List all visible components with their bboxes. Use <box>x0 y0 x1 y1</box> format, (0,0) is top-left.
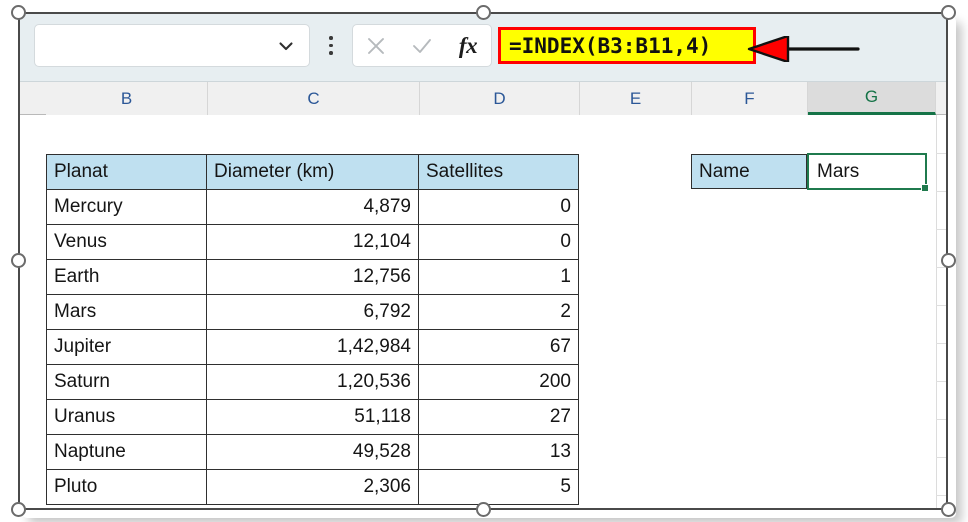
table-row[interactable]: Uranus 51,118 27 <box>46 399 579 435</box>
cell-diameter[interactable]: 51,118 <box>206 399 419 435</box>
cell-satellites[interactable]: 0 <box>418 224 579 260</box>
column-header-label: C <box>307 88 320 108</box>
cell-satellites[interactable]: 67 <box>418 329 579 365</box>
grid-row-line <box>936 381 946 382</box>
kebab-dot <box>329 43 333 48</box>
cell-planet[interactable]: Saturn <box>46 364 207 400</box>
column-header-label: D <box>493 88 506 108</box>
fx-insert-function-icon: fx <box>458 32 478 58</box>
image-frame: fx =INDEX(B3:B11,4) B C D E F G Planat D… <box>18 12 948 510</box>
crop-handle-middle-right[interactable] <box>941 253 956 268</box>
column-header-label: F <box>744 88 755 108</box>
cell-planet[interactable]: Mars <box>46 294 207 330</box>
kebab-dot <box>329 51 333 55</box>
chevron-down-icon[interactable] <box>277 37 295 55</box>
cell-satellites[interactable]: 5 <box>418 469 579 505</box>
cell-diameter[interactable]: 6,792 <box>206 294 419 330</box>
table-row[interactable]: Earth 12,756 1 <box>46 259 579 295</box>
table-row[interactable]: Mars 6,792 2 <box>46 294 579 330</box>
crop-handle-top-center[interactable] <box>476 5 491 20</box>
formula-action-group: fx <box>352 24 492 67</box>
cell-planet[interactable]: Pluto <box>46 469 207 505</box>
grid-row-line <box>936 343 946 344</box>
column-header-g[interactable]: G <box>808 82 936 115</box>
cell-planet[interactable]: Earth <box>46 259 207 295</box>
column-header-e[interactable]: E <box>580 82 692 115</box>
table-header-satellites[interactable]: Satellites <box>418 154 579 190</box>
formula-text: =INDEX(B3:B11,4) <box>509 33 712 58</box>
cell-planet[interactable]: Mercury <box>46 189 207 225</box>
table-row[interactable]: Saturn 1,20,536 200 <box>46 364 579 400</box>
table-row[interactable]: Mercury 4,879 0 <box>46 189 579 225</box>
result-label-cell[interactable]: Name <box>691 154 807 189</box>
cell-satellites[interactable]: 1 <box>418 259 579 295</box>
grid-row-line <box>936 419 946 420</box>
column-header-d[interactable]: D <box>420 82 580 115</box>
spreadsheet-grid[interactable]: Planat Diameter (km) Satellites Mercury … <box>20 115 946 508</box>
crop-handle-bottom-center[interactable] <box>476 502 491 517</box>
cell-planet[interactable]: Naptune <box>46 434 207 470</box>
column-header-row: B C D E F G <box>20 82 946 115</box>
table-row[interactable]: Jupiter 1,42,984 67 <box>46 329 579 365</box>
cell-satellites[interactable]: 27 <box>418 399 579 435</box>
crop-handle-bottom-left[interactable] <box>11 502 26 517</box>
name-box[interactable] <box>34 24 310 67</box>
grid-gutter-divider <box>936 115 937 508</box>
cell-satellites[interactable]: 0 <box>418 189 579 225</box>
table-header-planet[interactable]: Planat <box>46 154 207 190</box>
formula-bar: fx =INDEX(B3:B11,4) <box>20 14 946 82</box>
column-header-f[interactable]: F <box>692 82 808 115</box>
table-header-diameter[interactable]: Diameter (km) <box>206 154 419 190</box>
grid-row-line <box>936 457 946 458</box>
annotation-arrow-icon <box>746 34 866 64</box>
crop-handle-middle-left[interactable] <box>11 253 26 268</box>
cell-planet[interactable]: Uranus <box>46 399 207 435</box>
cell-diameter[interactable]: 12,104 <box>206 224 419 260</box>
table-row[interactable]: Pluto 2,306 5 <box>46 469 579 505</box>
cell-planet[interactable]: Venus <box>46 224 207 260</box>
close-x-icon <box>364 34 388 58</box>
cell-satellites[interactable]: 13 <box>418 434 579 470</box>
crop-handle-bottom-right[interactable] <box>941 502 956 517</box>
more-options-button[interactable] <box>320 24 342 67</box>
cell-planet[interactable]: Jupiter <box>46 329 207 365</box>
grid-row-line <box>936 495 946 496</box>
grid-row-line <box>936 305 946 306</box>
cell-satellites[interactable]: 2 <box>418 294 579 330</box>
table-row[interactable]: Naptune 49,528 13 <box>46 434 579 470</box>
column-header-label: G <box>864 87 879 106</box>
cell-diameter[interactable]: 49,528 <box>206 434 419 470</box>
cancel-formula-button[interactable] <box>353 25 399 66</box>
column-header-label: E <box>629 88 642 108</box>
confirm-formula-button[interactable] <box>399 25 445 66</box>
grid-row-line <box>936 153 946 154</box>
planet-data-table[interactable]: Planat Diameter (km) Satellites Mercury … <box>46 154 579 505</box>
grid-row-line <box>936 229 946 230</box>
column-header-c[interactable]: C <box>208 82 420 115</box>
table-row[interactable]: Venus 12,104 0 <box>46 224 579 260</box>
cell-diameter[interactable]: 4,879 <box>206 189 419 225</box>
fill-handle[interactable] <box>921 184 929 192</box>
cell-diameter[interactable]: 1,20,536 <box>206 364 419 400</box>
insert-function-button[interactable]: fx <box>445 25 491 66</box>
cell-diameter[interactable]: 1,42,984 <box>206 329 419 365</box>
cell-diameter[interactable]: 2,306 <box>206 469 419 505</box>
result-value-cell[interactable]: Mars <box>807 153 927 190</box>
column-header-b[interactable]: B <box>46 82 208 115</box>
crop-handle-top-left[interactable] <box>11 5 26 20</box>
column-header-label: B <box>120 88 133 108</box>
spreadsheet-screenshot: fx =INDEX(B3:B11,4) B C D E F G Planat D… <box>0 0 968 522</box>
cell-satellites[interactable]: 200 <box>418 364 579 400</box>
formula-input[interactable]: =INDEX(B3:B11,4) <box>498 27 756 64</box>
kebab-dot <box>329 36 333 40</box>
checkmark-icon <box>410 34 434 58</box>
cell-diameter[interactable]: 12,756 <box>206 259 419 295</box>
crop-handle-top-right[interactable] <box>941 5 956 20</box>
table-header-row: Planat Diameter (km) Satellites <box>46 154 579 190</box>
grid-row-line <box>936 191 946 192</box>
